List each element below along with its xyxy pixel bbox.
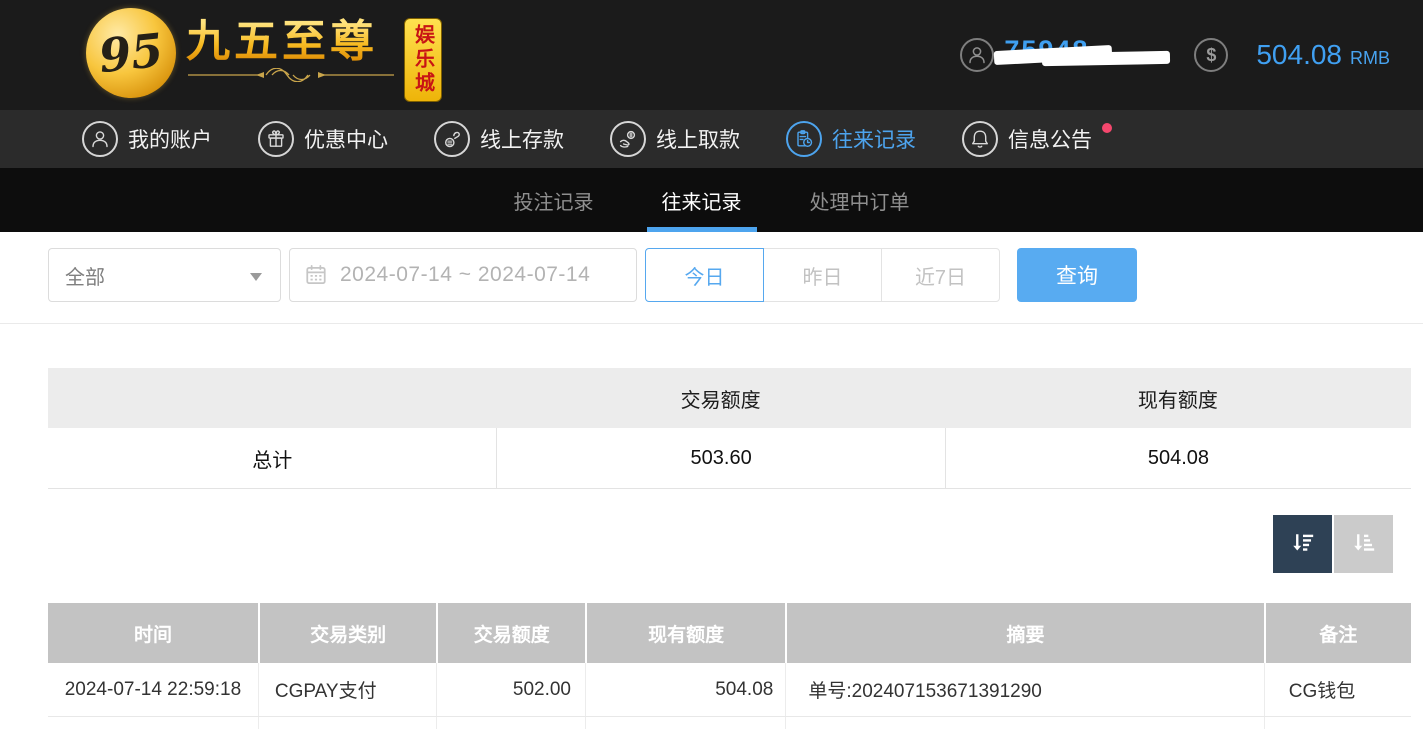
balance-dollar-icon: $ [1194, 38, 1229, 72]
logo-emblem-number: 95 [96, 22, 166, 84]
records-table: 时间 交易类别 交易额度 现有额度 摘要 备注 2024-07-14 22:59… [48, 603, 1411, 729]
balance-display: 504.08 RMB [1242, 39, 1390, 71]
nav-item-my-account[interactable]: 我的账户 [82, 121, 212, 157]
summary-header-row: 交易额度 现有额度 [48, 368, 1411, 428]
nav-item-transaction-records[interactable]: 往来记录 [786, 121, 916, 157]
balance-amount: 504.08 [1256, 39, 1342, 70]
main-navigation: 我的账户 优惠中心 线上存款 线上取款 往来记录 信息公告 [0, 110, 1423, 168]
date-range-input[interactable]: 2024-07-14 ~ 2024-07-14 [289, 248, 637, 302]
cell-note: CG钱包 [1263, 663, 1411, 716]
notification-dot [1102, 123, 1112, 133]
table-row-partial [48, 717, 1411, 729]
records-icon [786, 121, 822, 157]
records-header-row: 时间 交易类别 交易额度 现有额度 摘要 备注 [48, 603, 1411, 663]
table-row: 2024-07-14 22:59:18 CGPAY支付 502.00 504.0… [48, 663, 1411, 717]
summary-total-row: 总计 503.60 504.08 [48, 428, 1411, 489]
sort-ascending-icon [1353, 534, 1374, 551]
deposit-icon [434, 121, 470, 157]
quick-range-today-button[interactable]: 今日 [645, 248, 764, 302]
tab-transaction-records[interactable]: 往来记录 [646, 168, 757, 232]
sub-navigation: 投注记录 往来记录 处理中订单 [0, 168, 1423, 232]
col-balance: 现有额度 [585, 603, 785, 663]
quick-range-yesterday-button[interactable]: 昨日 [763, 248, 882, 302]
top-bar: 95 九五至尊 娱乐城 75948 [0, 0, 1423, 110]
nav-item-deposit[interactable]: 线上存款 [434, 121, 564, 157]
nav-item-announcements[interactable]: 信息公告 [962, 121, 1112, 157]
site-logo[interactable]: 95 九五至尊 娱乐城 [86, 8, 442, 102]
col-amount: 交易额度 [436, 603, 585, 663]
cell-amount: 502.00 [436, 663, 585, 716]
brand-badge: 娱乐城 [404, 18, 442, 102]
quick-range-group: 今日 昨日 近7日 [645, 248, 1000, 302]
col-summary: 摘要 [785, 603, 1263, 663]
section-divider [0, 323, 1423, 324]
calendar-icon [306, 264, 326, 285]
cell-balance: 504.08 [585, 663, 785, 716]
tab-betting-records[interactable]: 投注记录 [502, 168, 606, 232]
type-select[interactable]: 全部 [48, 248, 281, 302]
summary-col-transaction: 交易额度 [680, 389, 761, 412]
gift-icon [258, 121, 294, 157]
balance-currency: RMB [1350, 48, 1390, 68]
summary-current-amount: 504.08 [944, 428, 1411, 488]
account-avatar-icon[interactable] [960, 38, 995, 72]
sort-ascending-button[interactable] [1334, 515, 1393, 573]
bell-icon [962, 121, 998, 157]
logo-emblem-icon: 95 [86, 8, 176, 98]
nav-item-withdraw[interactable]: 线上取款 [610, 121, 740, 157]
nav-item-promotions[interactable]: 优惠中心 [258, 121, 388, 157]
filter-bar: 全部 2024-07-14 ~ 2024-07-14 今日 昨日 近7日 查询 [48, 248, 1411, 302]
cell-summary: 单号:202407153671391290 [785, 663, 1263, 716]
redaction-stroke [1042, 50, 1171, 67]
logo-flourish-icon [188, 68, 394, 83]
tab-processing-orders[interactable]: 处理中订单 [798, 168, 922, 232]
col-time: 时间 [133, 624, 172, 646]
quick-range-last7days-button[interactable]: 近7日 [881, 248, 1000, 302]
sort-controls [1273, 515, 1393, 573]
sort-descending-button[interactable] [1273, 515, 1332, 573]
chevron-down-icon [250, 273, 262, 281]
search-button[interactable]: 查询 [1017, 248, 1137, 302]
summary-total-label: 总计 [252, 449, 293, 472]
username-redacted[interactable]: 75948 [994, 35, 1171, 75]
date-range-value: 2024-07-14 ~ 2024-07-14 [340, 263, 591, 286]
cell-type: CGPAY支付 [257, 663, 437, 716]
cell-time: 2024-07-14 22:59:18 [64, 678, 242, 700]
col-type: 交易类别 [257, 603, 437, 663]
summary-transaction-amount: 503.60 [496, 428, 944, 488]
sort-descending-icon [1292, 534, 1313, 551]
summary-col-current: 现有额度 [1137, 389, 1218, 412]
col-note: 备注 [1263, 603, 1411, 663]
user-icon [82, 121, 118, 157]
withdraw-icon [610, 121, 646, 157]
type-select-value: 全部 [65, 266, 105, 289]
summary-table: 交易额度 现有额度 总计 503.60 504.08 [48, 368, 1411, 489]
brand-name: 九五至尊 [186, 17, 396, 66]
